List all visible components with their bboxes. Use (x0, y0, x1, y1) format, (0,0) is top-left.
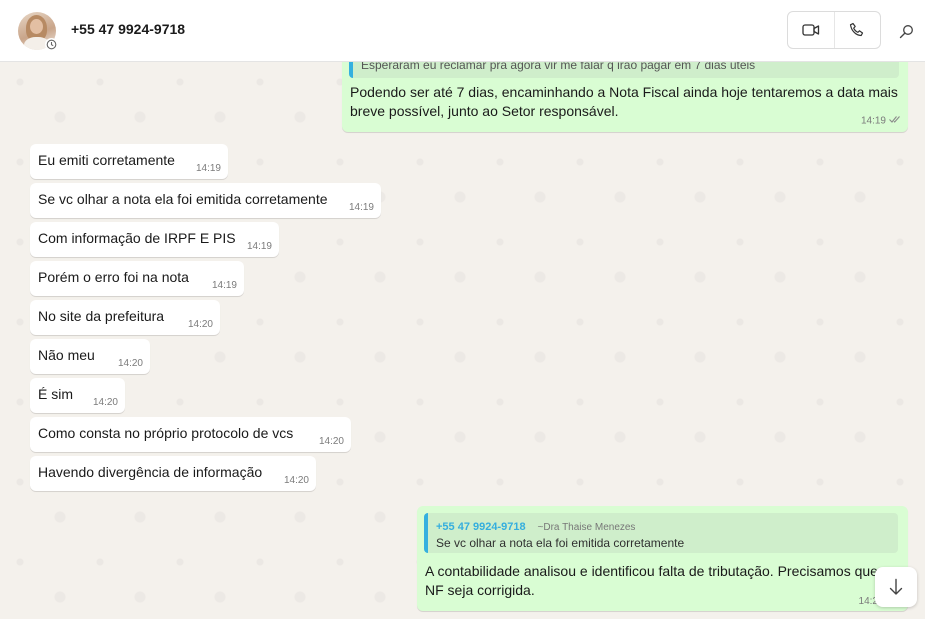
quoted-text: Se vc olhar a nota ela foi emitida corre… (436, 536, 685, 550)
incoming-message[interactable]: Se vc olhar a nota ela foi emitida corre… (30, 183, 381, 218)
call-button-group (787, 11, 881, 49)
message-time: 14:20 (318, 436, 344, 447)
outgoing-reply-message[interactable]: +55 47 9924-9718 ~Dra Thaise Menezes Se … (417, 506, 908, 611)
message-text: Porém o erro foi na nota (38, 269, 189, 285)
incoming-message[interactable]: Como consta no próprio protocolo de vcs … (30, 417, 351, 452)
message-text: No site da prefeitura (38, 308, 165, 324)
quoted-author: +55 47 9924-9718 (436, 521, 526, 533)
message-text: Eu emiti corretamente (38, 152, 175, 168)
message-time: 14:19 (861, 115, 901, 128)
incoming-message[interactable]: No site da prefeitura 14:20 (30, 300, 220, 335)
quoted-message[interactable]: Esperaram eu reclamar pra agora vir me f… (349, 62, 899, 78)
voice-call-button[interactable] (833, 12, 881, 48)
scroll-to-bottom-button[interactable] (875, 567, 917, 607)
message-text: Como consta no próprio protocolo de vcs (38, 425, 294, 441)
voice-call-icon (850, 22, 864, 37)
message-text: A contabilidade analisou e identificou f… (425, 563, 878, 598)
outgoing-message[interactable]: Esperaram eu reclamar pra agora vir me f… (342, 62, 908, 132)
message-text: Com informação de IRPF E PIS (38, 230, 236, 246)
search-button[interactable] (895, 20, 917, 42)
incoming-message[interactable]: Havendo divergência de informação 14:20 (30, 456, 316, 491)
incoming-message[interactable]: Não meu 14:20 (30, 339, 150, 374)
video-call-button[interactable] (788, 12, 834, 48)
message-text: Havendo divergência de informação (38, 464, 263, 480)
quoted-message[interactable]: +55 47 9924-9718 ~Dra Thaise Menezes Se … (424, 513, 898, 553)
arrow-down-icon (889, 578, 903, 595)
incoming-message[interactable]: É sim 14:20 (30, 378, 125, 413)
message-time: 14:20 (187, 319, 213, 330)
quoted-alias: ~Dra Thaise Menezes (537, 522, 636, 533)
contact-name[interactable]: +55 47 9924-9718 (71, 21, 185, 37)
message-text: Não meu (38, 347, 95, 363)
message-text: É sim (38, 386, 73, 402)
message-time: 14:19 (348, 202, 374, 213)
video-call-icon (802, 24, 819, 36)
quoted-text: Esperaram eu reclamar pra agora vir me f… (361, 62, 756, 72)
incoming-message[interactable]: Eu emiti corretamente 14:19 (30, 144, 228, 179)
message-text: Se vc olhar a nota ela foi emitida corre… (38, 191, 328, 207)
message-list[interactable]: Esperaram eu reclamar pra agora vir me f… (0, 62, 925, 619)
incoming-message[interactable]: Com informação de IRPF E PIS 14:19 (30, 222, 279, 257)
message-time: 14:20 (117, 358, 143, 369)
read-receipt-icon (889, 115, 901, 127)
message-time: 14:20 (283, 475, 309, 486)
message-time: 14:20 (92, 397, 118, 408)
message-text: Podendo ser até 7 dias, encaminhando a N… (350, 84, 898, 119)
message-time: 14:19 (195, 163, 221, 174)
message-time: 14:19 (246, 241, 272, 252)
search-icon (899, 24, 913, 38)
status-icon (45, 38, 58, 51)
chat-header: +55 47 9924-9718 (0, 0, 925, 62)
incoming-message[interactable]: Porém o erro foi na nota 14:19 (30, 261, 244, 296)
message-time: 14:19 (211, 280, 237, 291)
